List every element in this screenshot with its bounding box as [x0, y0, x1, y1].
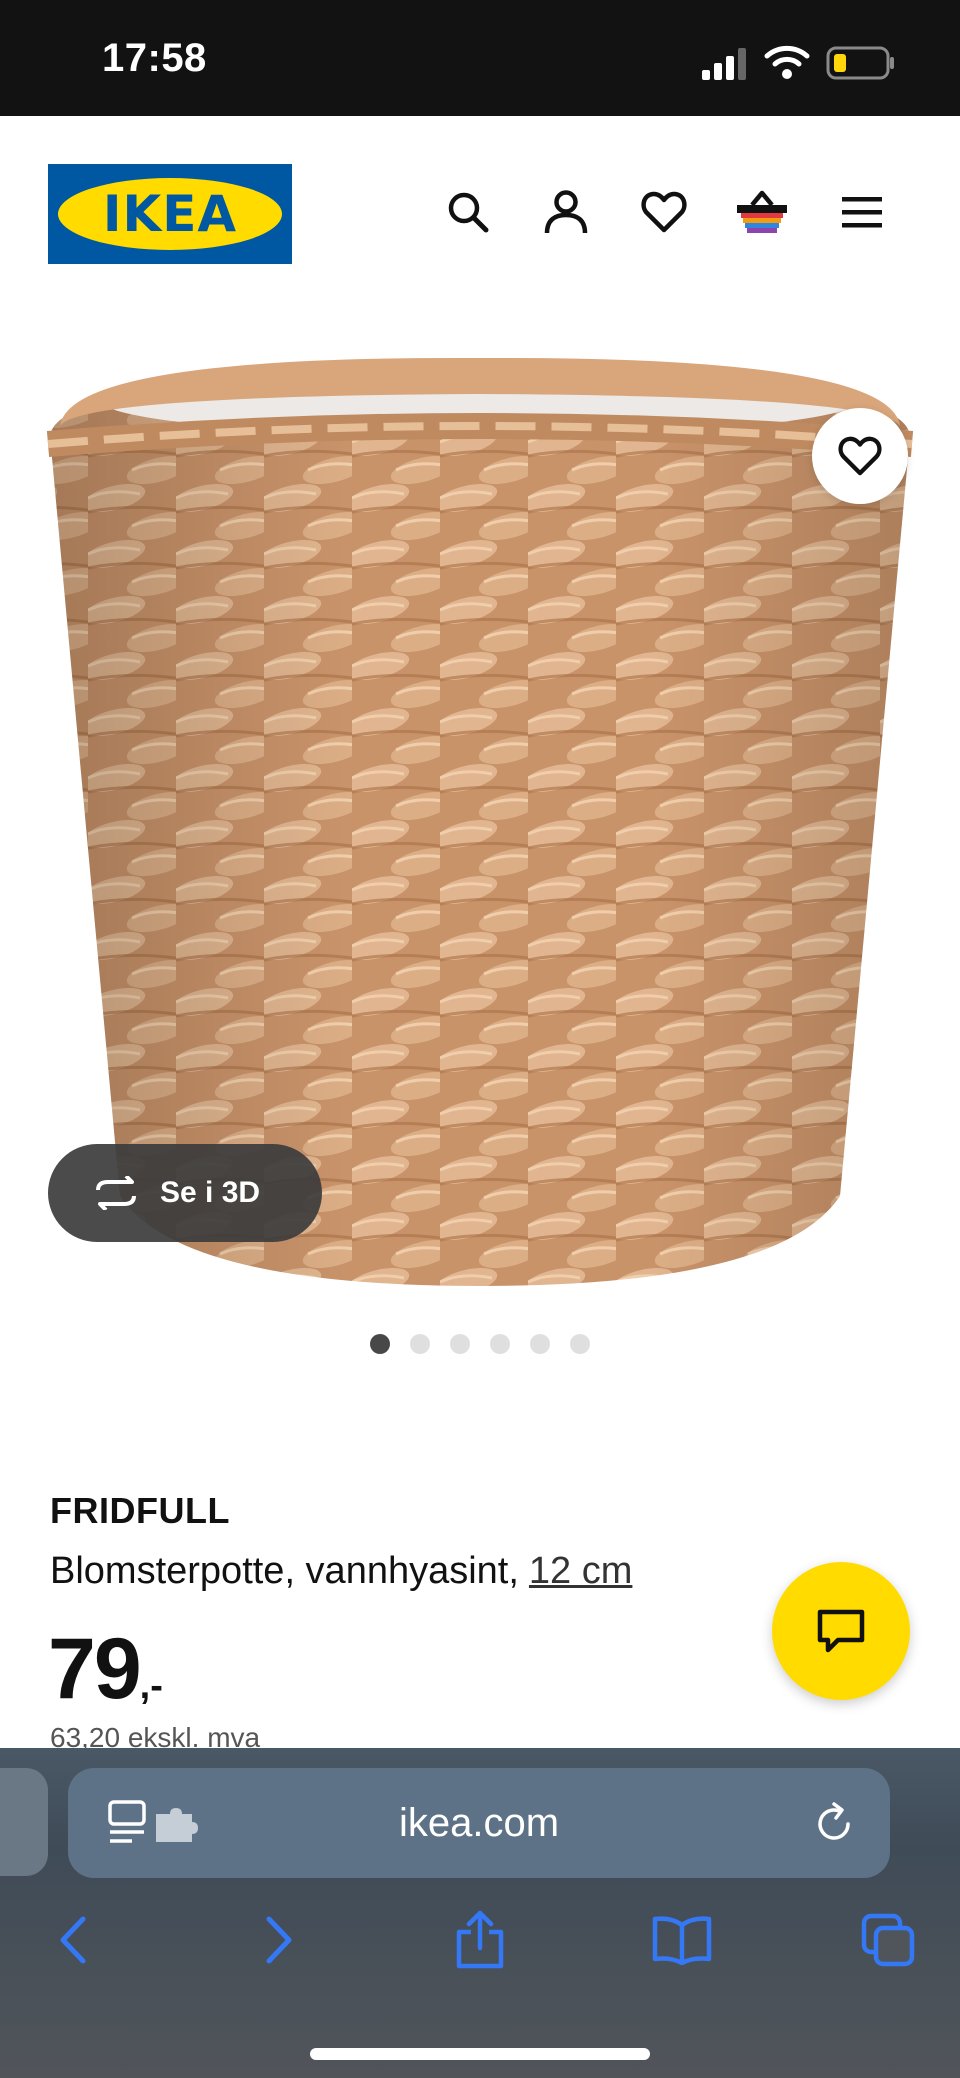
basket-icon[interactable]	[734, 184, 790, 240]
product-price: 79,-	[48, 1620, 163, 1719]
forward-icon[interactable]	[248, 1908, 312, 1972]
gallery-dot[interactable]	[570, 1334, 590, 1354]
search-icon[interactable]	[440, 184, 496, 240]
price-value: 79	[48, 1621, 142, 1717]
heart-icon	[838, 436, 882, 476]
status-bar: 17:58	[0, 0, 960, 116]
logo-text: IKEA	[102, 185, 238, 243]
chat-icon	[817, 1609, 865, 1653]
rotate-3d-icon	[96, 1176, 136, 1210]
gallery-dot[interactable]	[370, 1334, 390, 1354]
gallery-dot[interactable]	[490, 1334, 510, 1354]
site-header: IKEA	[0, 116, 960, 316]
gallery-dot[interactable]	[410, 1334, 430, 1354]
reload-icon[interactable]	[812, 1802, 856, 1846]
bookmarks-icon[interactable]	[650, 1908, 714, 1972]
product-description-text: Blomsterpotte, vannhyasint,	[50, 1550, 519, 1592]
product-size-link[interactable]: 12 cm	[529, 1550, 632, 1592]
ikea-logo[interactable]: IKEA	[48, 164, 292, 264]
tabs-icon[interactable]	[856, 1908, 920, 1972]
gallery-dot[interactable]	[530, 1334, 550, 1354]
view-in-3d-label: Se i 3D	[160, 1176, 261, 1209]
favourite-button[interactable]	[812, 408, 908, 504]
wifi-icon	[764, 45, 810, 79]
browser-toolbar: ikea.com	[0, 1748, 960, 2078]
back-icon[interactable]	[40, 1908, 104, 1972]
menu-icon[interactable]	[834, 184, 890, 240]
price-suffix: ,-	[139, 1665, 163, 1707]
status-time: 17:58	[102, 36, 207, 80]
product-name: FRIDFULL	[50, 1490, 230, 1531]
url-text: ikea.com	[398, 1801, 560, 1845]
product-image[interactable]: Se i 3D	[0, 316, 960, 1306]
home-indicator[interactable]	[310, 2048, 650, 2060]
heart-icon[interactable]	[636, 184, 692, 240]
gallery-pagination	[0, 1334, 960, 1358]
address-bar[interactable]: ikea.com	[68, 1768, 890, 1878]
previous-tab-preview[interactable]	[0, 1768, 48, 1876]
battery-icon	[826, 46, 894, 80]
share-icon[interactable]	[448, 1908, 512, 1972]
chat-button[interactable]	[772, 1562, 910, 1700]
account-icon[interactable]	[538, 184, 594, 240]
product-description: Blomsterpotte, vannhyasint, 12 cm	[50, 1550, 632, 1593]
cellular-signal-icon	[702, 48, 746, 80]
view-in-3d-button[interactable]: Se i 3D	[48, 1144, 322, 1242]
gallery-dot[interactable]	[450, 1334, 470, 1354]
